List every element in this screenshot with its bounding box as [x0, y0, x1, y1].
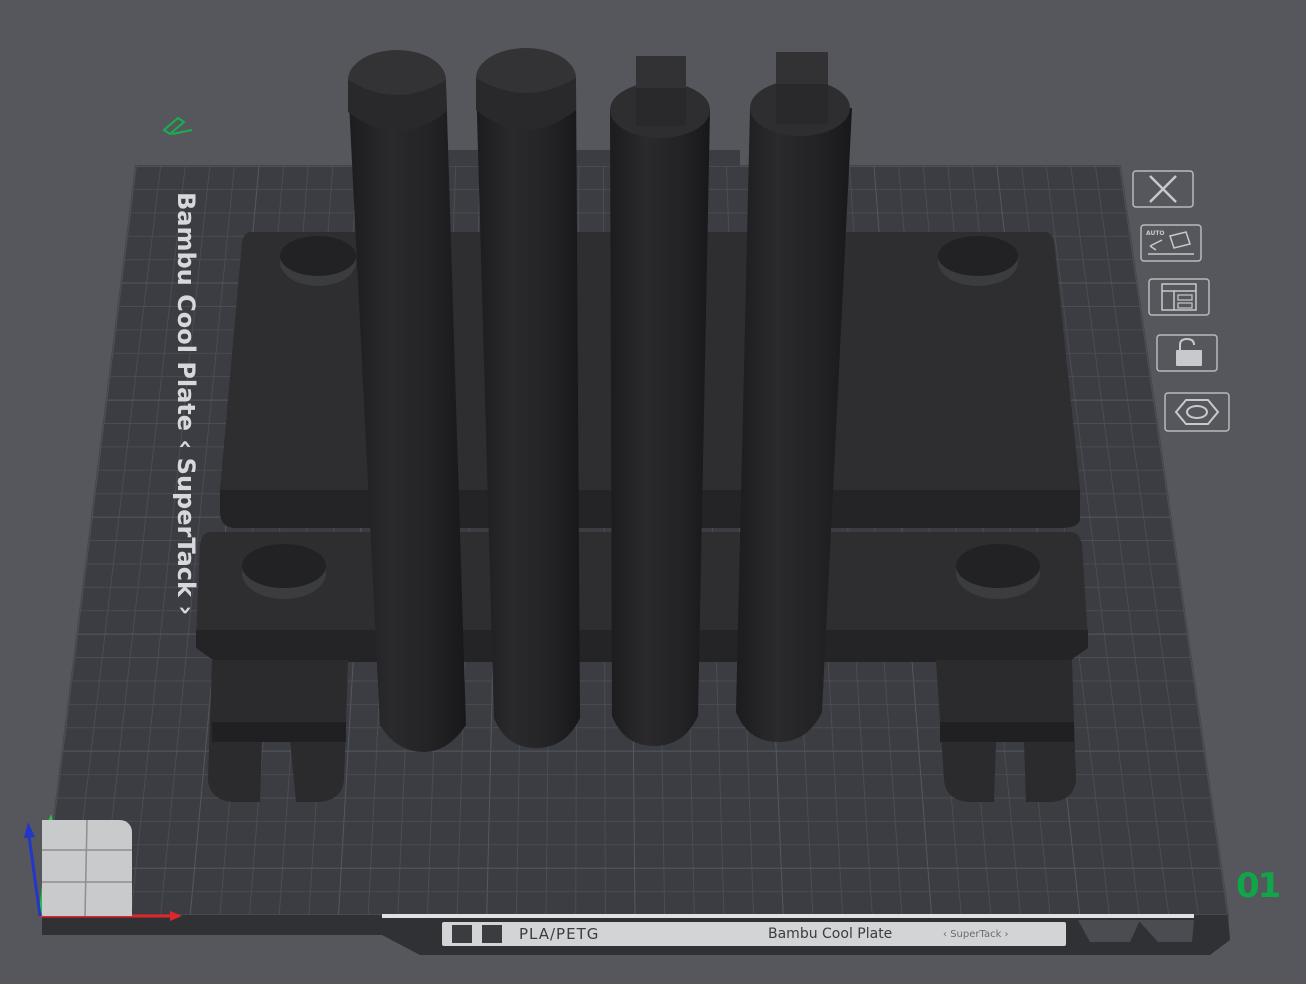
bottom-label-base — [382, 914, 1194, 918]
lock-plate-button[interactable] — [1156, 334, 1218, 372]
close-plate-button[interactable] — [1132, 170, 1194, 208]
auto-orient-icon: AUTO — [1140, 224, 1202, 262]
view-cube[interactable] — [42, 819, 132, 917]
close-icon — [1132, 170, 1194, 208]
view-cube-grid — [42, 819, 132, 917]
plate-material-label: PLA/PETG — [519, 925, 600, 943]
plate-scene: Bambu Cool Plate ‹ SuperTack › — [24, 48, 1230, 955]
edit-pencil-icon — [162, 116, 193, 136]
auto-orient-button[interactable]: AUTO — [1140, 224, 1202, 262]
arrange-icon — [1148, 278, 1210, 316]
qr-code-icon — [482, 925, 502, 943]
plate-name-label: Bambu Cool Plate — [768, 926, 893, 942]
qr-code-icon — [452, 925, 472, 943]
3d-viewport[interactable]: Bambu Cool Plate ‹ SuperTack › 01 AUTO P… — [0, 0, 1306, 980]
arrange-button[interactable] — [1148, 278, 1210, 316]
plate-number: 01 — [1236, 866, 1281, 906]
plate-subtype-label: ‹ SuperTack › — [943, 929, 1009, 940]
hexagon-icon — [1164, 392, 1230, 432]
plate-settings-button[interactable] — [1164, 392, 1230, 432]
plate-side-label: Bambu Cool Plate ‹ SuperTack › — [172, 192, 200, 615]
plate-type-label: PLA/PETG Bambu Cool Plate ‹ SuperTack › — [442, 922, 1066, 946]
rod-3 — [610, 56, 710, 746]
svg-text:AUTO: AUTO — [1146, 230, 1165, 237]
lock-icon — [1156, 334, 1218, 372]
